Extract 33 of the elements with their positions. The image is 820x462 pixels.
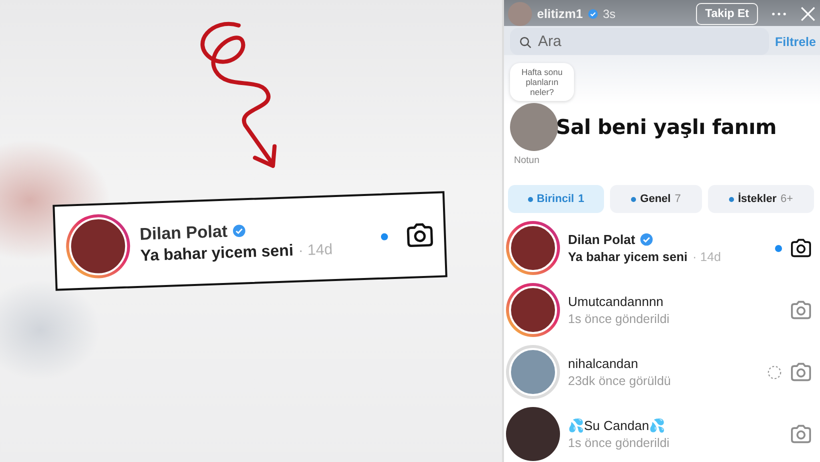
avatar-photo-placeholder[interactable] <box>506 221 560 275</box>
message-preview: 23dk önce görüldü <box>568 374 671 388</box>
note-photo-placeholder[interactable] <box>510 103 558 151</box>
sticker-text: Sal beni yaşlı fanım <box>556 115 776 139</box>
story-age: 3s <box>602 7 616 21</box>
message-preview: 1s önce gönderildi <box>568 436 670 450</box>
verified-badge-icon <box>232 224 246 238</box>
note-label: Notun <box>514 155 540 166</box>
verified-badge-icon <box>640 233 654 246</box>
message-preview: 1s önce gönderildi <box>568 312 670 326</box>
message-time: · 14d <box>692 250 722 264</box>
inbox-tab[interactable]: Birincil 1 <box>508 185 604 213</box>
contact-name: nihalcandan <box>568 356 638 371</box>
message-preview: Ya bahar yicem seni <box>568 250 688 264</box>
contact-name: Dilan Polat <box>139 221 228 244</box>
story-username[interactable]: elitizm1 <box>537 7 583 21</box>
contact-name: 💦Su Candan💦 <box>568 418 666 433</box>
search-icon <box>519 36 532 49</box>
filter-link[interactable]: Filtrele <box>775 34 816 48</box>
avatar-photo-placeholder[interactable] <box>506 407 560 461</box>
follow-button[interactable]: Takip Et <box>696 3 758 25</box>
contact-name: Umutcandannnn <box>568 294 664 309</box>
close-icon <box>800 6 816 22</box>
message-preview: Ya bahar yicem seni <box>140 242 294 266</box>
message-time: · 14d <box>298 241 333 260</box>
inbox-tab[interactable]: İstekler 6+ <box>708 185 814 213</box>
search-field[interactable]: Ara <box>510 28 769 55</box>
more-icon <box>771 11 787 17</box>
avatar-photo-placeholder[interactable] <box>506 283 560 337</box>
note-bubble: Hafta sonu planların neler? <box>510 63 574 101</box>
camera-icon <box>405 222 434 249</box>
inbox-tab[interactable]: Genel 7 <box>610 185 702 213</box>
contact-name: Dilan Polat <box>568 232 636 247</box>
